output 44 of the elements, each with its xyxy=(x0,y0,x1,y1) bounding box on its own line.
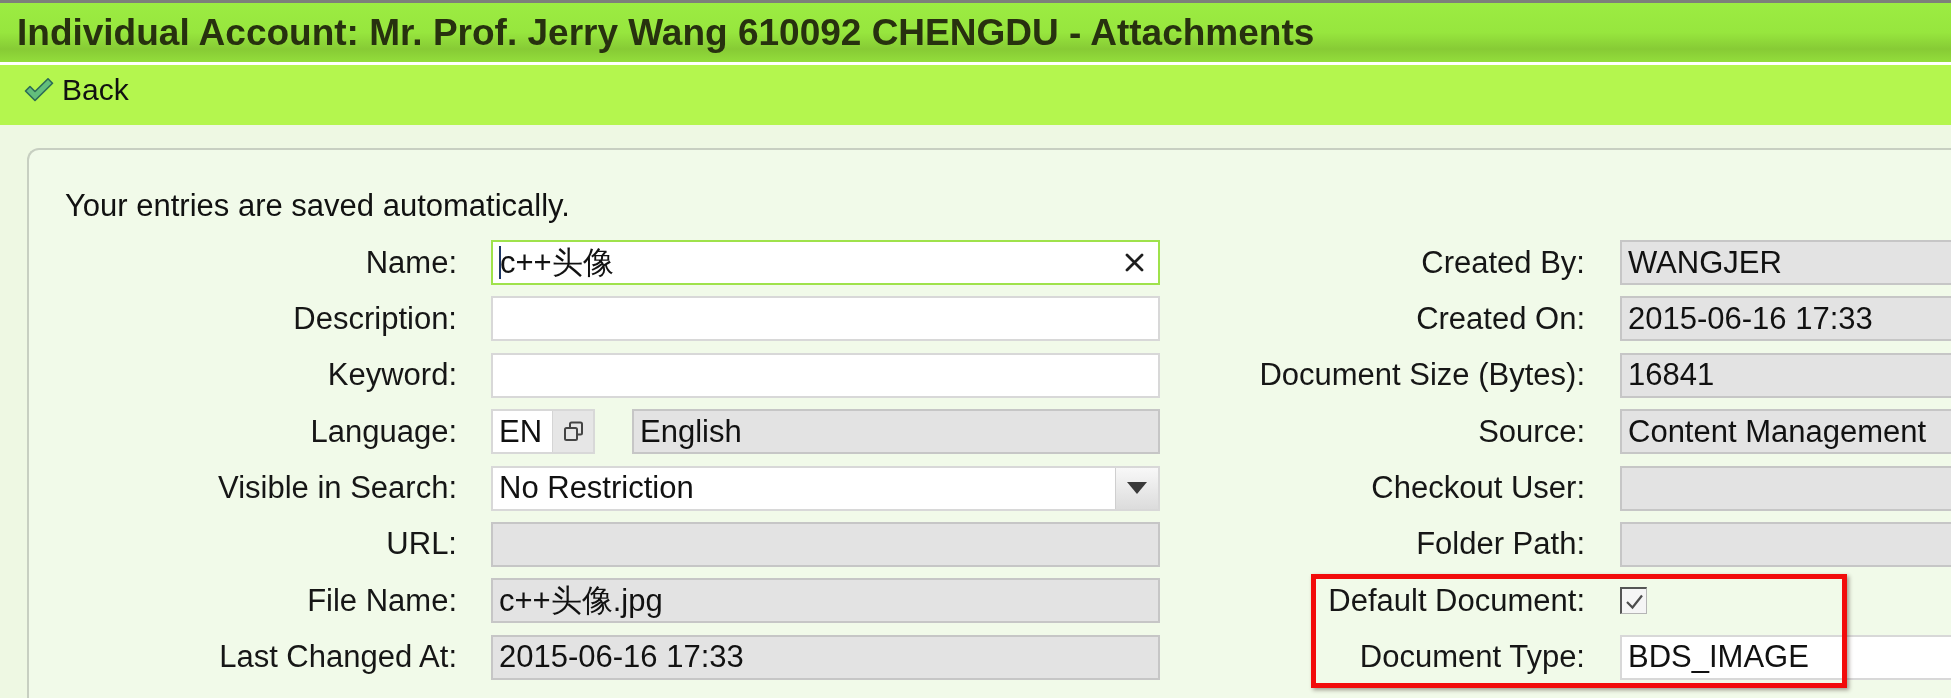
back-button[interactable]: Back xyxy=(24,73,129,107)
field-label: Checkout User: xyxy=(1371,471,1585,506)
field-label: Language: xyxy=(310,414,457,449)
dropdown-field[interactable]: No Restriction xyxy=(491,465,1160,511)
checkmark-icon xyxy=(1624,592,1644,610)
read-only-field[interactable]: 2015-06-16 17:33 xyxy=(491,634,1160,680)
read-only-field[interactable]: Content Management xyxy=(1620,409,1951,455)
field-label: File Name: xyxy=(307,583,457,618)
field-label: Description: xyxy=(293,301,457,336)
text-cursor-icon xyxy=(499,246,501,279)
read-only-field[interactable] xyxy=(1620,521,1951,567)
field-label: Last Changed At: xyxy=(219,640,457,675)
field-label: Folder Path: xyxy=(1416,527,1585,562)
caret-down-icon xyxy=(1127,482,1147,495)
field-label: Document Type: xyxy=(1359,640,1585,675)
autosave-notice: Your entries are saved automatically. xyxy=(65,189,571,223)
text-field[interactable] xyxy=(491,296,1160,342)
field-label: Visible in Search: xyxy=(218,471,457,506)
dropdown-button[interactable] xyxy=(1115,467,1158,509)
text-field[interactable] xyxy=(491,352,1160,398)
field-label: Document Size (Bytes): xyxy=(1259,358,1585,393)
field-label: Default Document: xyxy=(1328,583,1585,618)
read-only-field[interactable] xyxy=(1620,465,1951,511)
read-only-field[interactable]: WANGJER xyxy=(1620,240,1951,285)
field-label: Name: xyxy=(365,245,457,280)
field-label: Keyword: xyxy=(327,358,457,393)
checkmark-icon xyxy=(24,78,54,102)
read-only-field[interactable] xyxy=(491,521,1160,567)
checkbox[interactable] xyxy=(1620,587,1647,615)
text-field[interactable]: BDS_IMAGE xyxy=(1620,634,1951,680)
field-label: Created By: xyxy=(1421,245,1585,280)
field-label: URL: xyxy=(386,527,457,562)
clear-icon[interactable] xyxy=(1125,253,1144,272)
field-label: Created On: xyxy=(1416,301,1585,336)
read-only-field[interactable]: c++头像.jpg xyxy=(491,578,1160,624)
read-only-field[interactable]: English xyxy=(632,409,1160,455)
read-only-field[interactable]: 2015-06-16 17:33 xyxy=(1620,296,1951,342)
window-title: Individual Account: Mr. Prof. Jerry Wang 610092 CHENGDU - Attachments xyxy=(17,14,1315,51)
field-label: Source: xyxy=(1478,414,1585,449)
overlapping-squares-icon xyxy=(562,421,584,443)
value-help-button[interactable] xyxy=(552,411,593,453)
text-field[interactable]: EN xyxy=(491,409,595,455)
text-field[interactable]: c++头像 xyxy=(491,240,1160,285)
read-only-field[interactable]: 16841 xyxy=(1620,352,1951,398)
